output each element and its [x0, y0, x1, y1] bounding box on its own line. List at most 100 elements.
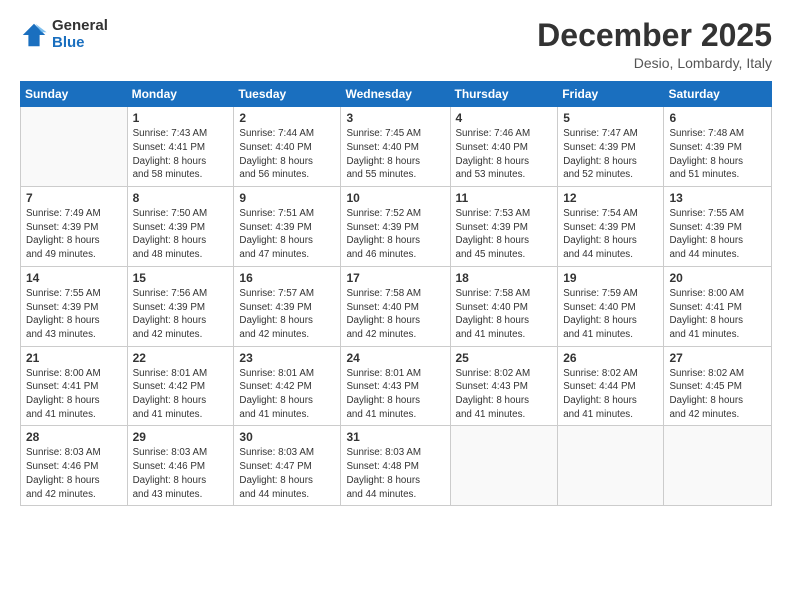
- table-row: 19 Sunrise: 7:59 AM Sunset: 4:40 PM Dayli…: [558, 266, 664, 346]
- location: Desio, Lombardy, Italy: [537, 55, 772, 71]
- day-info: Sunrise: 7:58 AM Sunset: 4:40 PM Dayligh…: [346, 287, 444, 342]
- table-row: 8 Sunrise: 7:50 AM Sunset: 4:39 PM Daylig…: [127, 187, 234, 267]
- day-info: Sunrise: 7:52 AM Sunset: 4:39 PM Dayligh…: [346, 207, 444, 262]
- header-thursday: Thursday: [450, 82, 558, 107]
- day-info: Sunrise: 8:02 AM Sunset: 4:45 PM Dayligh…: [669, 367, 766, 422]
- day-info: Sunrise: 7:43 AM Sunset: 4:41 PM Dayligh…: [133, 127, 229, 182]
- day-info: Sunrise: 8:03 AM Sunset: 4:46 PM Dayligh…: [26, 446, 122, 501]
- day-info: Sunrise: 8:00 AM Sunset: 4:41 PM Dayligh…: [26, 367, 122, 422]
- table-row: 11Sunrise: 7:53 AM Sunset: 4:39 PM Dayli…: [450, 187, 558, 267]
- day-info: Sunrise: 8:03 AM Sunset: 4:46 PM Dayligh…: [133, 446, 229, 501]
- table-row: 21 Sunrise: 8:00 AM Sunset: 4:41 PM Dayli…: [21, 346, 128, 426]
- page: General Blue December 2025 Desio, Lombar…: [0, 0, 792, 612]
- day-number: 18: [456, 271, 553, 285]
- table-row: 14 Sunrise: 7:55 AM Sunset: 4:39 PM Dayli…: [21, 266, 128, 346]
- day-info: Sunrise: 8:01 AM Sunset: 4:43 PM Dayligh…: [346, 367, 444, 422]
- header-wednesday: Wednesday: [341, 82, 450, 107]
- day-number: 6: [669, 111, 766, 125]
- week-row-0: 1 Sunrise: 7:43 AM Sunset: 4:41 PM Daylig…: [21, 107, 772, 187]
- table-row: 9 Sunrise: 7:51 AM Sunset: 4:39 PM Daylig…: [234, 187, 341, 267]
- day-number: 27: [669, 351, 766, 365]
- day-info: Sunrise: 7:55 AM Sunset: 4:39 PM Dayligh…: [669, 207, 766, 262]
- day-number: 10: [346, 191, 444, 205]
- day-number: 5: [563, 111, 658, 125]
- table-row: 1 Sunrise: 7:43 AM Sunset: 4:41 PM Daylig…: [127, 107, 234, 187]
- day-info: Sunrise: 7:57 AM Sunset: 4:39 PM Dayligh…: [239, 287, 335, 342]
- table-row: 7Sunrise: 7:49 AM Sunset: 4:39 PM Daylig…: [21, 187, 128, 267]
- week-row-3: 21 Sunrise: 8:00 AM Sunset: 4:41 PM Dayli…: [21, 346, 772, 426]
- table-row: 22 Sunrise: 8:01 AM Sunset: 4:42 PM Dayli…: [127, 346, 234, 426]
- header-sunday: Sunday: [21, 82, 128, 107]
- logo-blue-text: Blue: [52, 35, 108, 52]
- day-info: Sunrise: 7:50 AM Sunset: 4:39 PM Dayligh…: [133, 207, 229, 262]
- day-number: 26: [563, 351, 658, 365]
- day-info: Sunrise: 8:02 AM Sunset: 4:44 PM Dayligh…: [563, 367, 658, 422]
- table-row: 12 Sunrise: 7:54 AM Sunset: 4:39 PM Dayli…: [558, 187, 664, 267]
- table-row: 10 Sunrise: 7:52 AM Sunset: 4:39 PM Dayli…: [341, 187, 450, 267]
- table-row: 31Sunrise: 8:03 AM Sunset: 4:48 PM Dayli…: [341, 426, 450, 506]
- day-number: 19: [563, 271, 658, 285]
- week-row-2: 14 Sunrise: 7:55 AM Sunset: 4:39 PM Dayli…: [21, 266, 772, 346]
- day-number: 14: [26, 271, 122, 285]
- day-number: 30: [239, 430, 335, 444]
- day-number: 17: [346, 271, 444, 285]
- day-number: 20: [669, 271, 766, 285]
- table-row: 30 Sunrise: 8:03 AM Sunset: 4:47 PM Dayli…: [234, 426, 341, 506]
- day-number: 25: [456, 351, 553, 365]
- day-info: Sunrise: 8:00 AM Sunset: 4:41 PM Dayligh…: [669, 287, 766, 342]
- day-number: 29: [133, 430, 229, 444]
- table-row: 23 Sunrise: 8:01 AM Sunset: 4:42 PM Dayli…: [234, 346, 341, 426]
- day-number: 23: [239, 351, 335, 365]
- day-number: 24: [346, 351, 444, 365]
- day-info: Sunrise: 8:01 AM Sunset: 4:42 PM Dayligh…: [239, 367, 335, 422]
- calendar: Sunday Monday Tuesday Wednesday Thursday…: [20, 81, 772, 506]
- day-info: Sunrise: 8:01 AM Sunset: 4:42 PM Dayligh…: [133, 367, 229, 422]
- table-row: [450, 426, 558, 506]
- header-tuesday: Tuesday: [234, 82, 341, 107]
- day-number: 9: [239, 191, 335, 205]
- day-info: Sunrise: 7:46 AM Sunset: 4:40 PM Dayligh…: [456, 127, 553, 182]
- day-number: 15: [133, 271, 229, 285]
- day-info: Sunrise: 7:44 AM Sunset: 4:40 PM Dayligh…: [239, 127, 335, 182]
- table-row: 28Sunrise: 8:03 AM Sunset: 4:46 PM Dayli…: [21, 426, 128, 506]
- day-info: Sunrise: 7:47 AM Sunset: 4:39 PM Dayligh…: [563, 127, 658, 182]
- day-number: 4: [456, 111, 553, 125]
- header-monday: Monday: [127, 82, 234, 107]
- day-number: 2: [239, 111, 335, 125]
- logo-general-text: General: [52, 18, 108, 35]
- day-info: Sunrise: 7:49 AM Sunset: 4:39 PM Dayligh…: [26, 207, 122, 262]
- header-friday: Friday: [558, 82, 664, 107]
- day-number: 21: [26, 351, 122, 365]
- day-info: Sunrise: 7:48 AM Sunset: 4:39 PM Dayligh…: [669, 127, 766, 182]
- day-number: 8: [133, 191, 229, 205]
- table-row: 2 Sunrise: 7:44 AM Sunset: 4:40 PM Daylig…: [234, 107, 341, 187]
- day-number: 3: [346, 111, 444, 125]
- day-info: Sunrise: 7:55 AM Sunset: 4:39 PM Dayligh…: [26, 287, 122, 342]
- header: General Blue December 2025 Desio, Lombar…: [20, 18, 772, 71]
- day-info: Sunrise: 8:03 AM Sunset: 4:47 PM Dayligh…: [239, 446, 335, 501]
- day-number: 13: [669, 191, 766, 205]
- day-number: 1: [133, 111, 229, 125]
- day-info: Sunrise: 7:58 AM Sunset: 4:40 PM Dayligh…: [456, 287, 553, 342]
- day-info: Sunrise: 7:54 AM Sunset: 4:39 PM Dayligh…: [563, 207, 658, 262]
- table-row: 20 Sunrise: 8:00 AM Sunset: 4:41 PM Dayli…: [664, 266, 772, 346]
- table-row: 25 Sunrise: 8:02 AM Sunset: 4:43 PM Dayli…: [450, 346, 558, 426]
- day-info: Sunrise: 8:02 AM Sunset: 4:43 PM Dayligh…: [456, 367, 553, 422]
- day-number: 22: [133, 351, 229, 365]
- day-number: 31: [346, 430, 444, 444]
- table-row: 16Sunrise: 7:57 AM Sunset: 4:39 PM Dayli…: [234, 266, 341, 346]
- day-info: Sunrise: 7:59 AM Sunset: 4:40 PM Dayligh…: [563, 287, 658, 342]
- logo-icon: [20, 21, 48, 49]
- day-info: Sunrise: 7:45 AM Sunset: 4:40 PM Dayligh…: [346, 127, 444, 182]
- title-block: December 2025 Desio, Lombardy, Italy: [537, 18, 772, 71]
- day-number: 12: [563, 191, 658, 205]
- table-row: [664, 426, 772, 506]
- table-row: 18 Sunrise: 7:58 AM Sunset: 4:40 PM Dayli…: [450, 266, 558, 346]
- table-row: 6 Sunrise: 7:48 AM Sunset: 4:39 PM Daylig…: [664, 107, 772, 187]
- table-row: [558, 426, 664, 506]
- day-info: Sunrise: 7:51 AM Sunset: 4:39 PM Dayligh…: [239, 207, 335, 262]
- calendar-header-row: Sunday Monday Tuesday Wednesday Thursday…: [21, 82, 772, 107]
- table-row: 26 Sunrise: 8:02 AM Sunset: 4:44 PM Dayli…: [558, 346, 664, 426]
- table-row: 15Sunrise: 7:56 AM Sunset: 4:39 PM Dayli…: [127, 266, 234, 346]
- table-row: 29 Sunrise: 8:03 AM Sunset: 4:46 PM Dayli…: [127, 426, 234, 506]
